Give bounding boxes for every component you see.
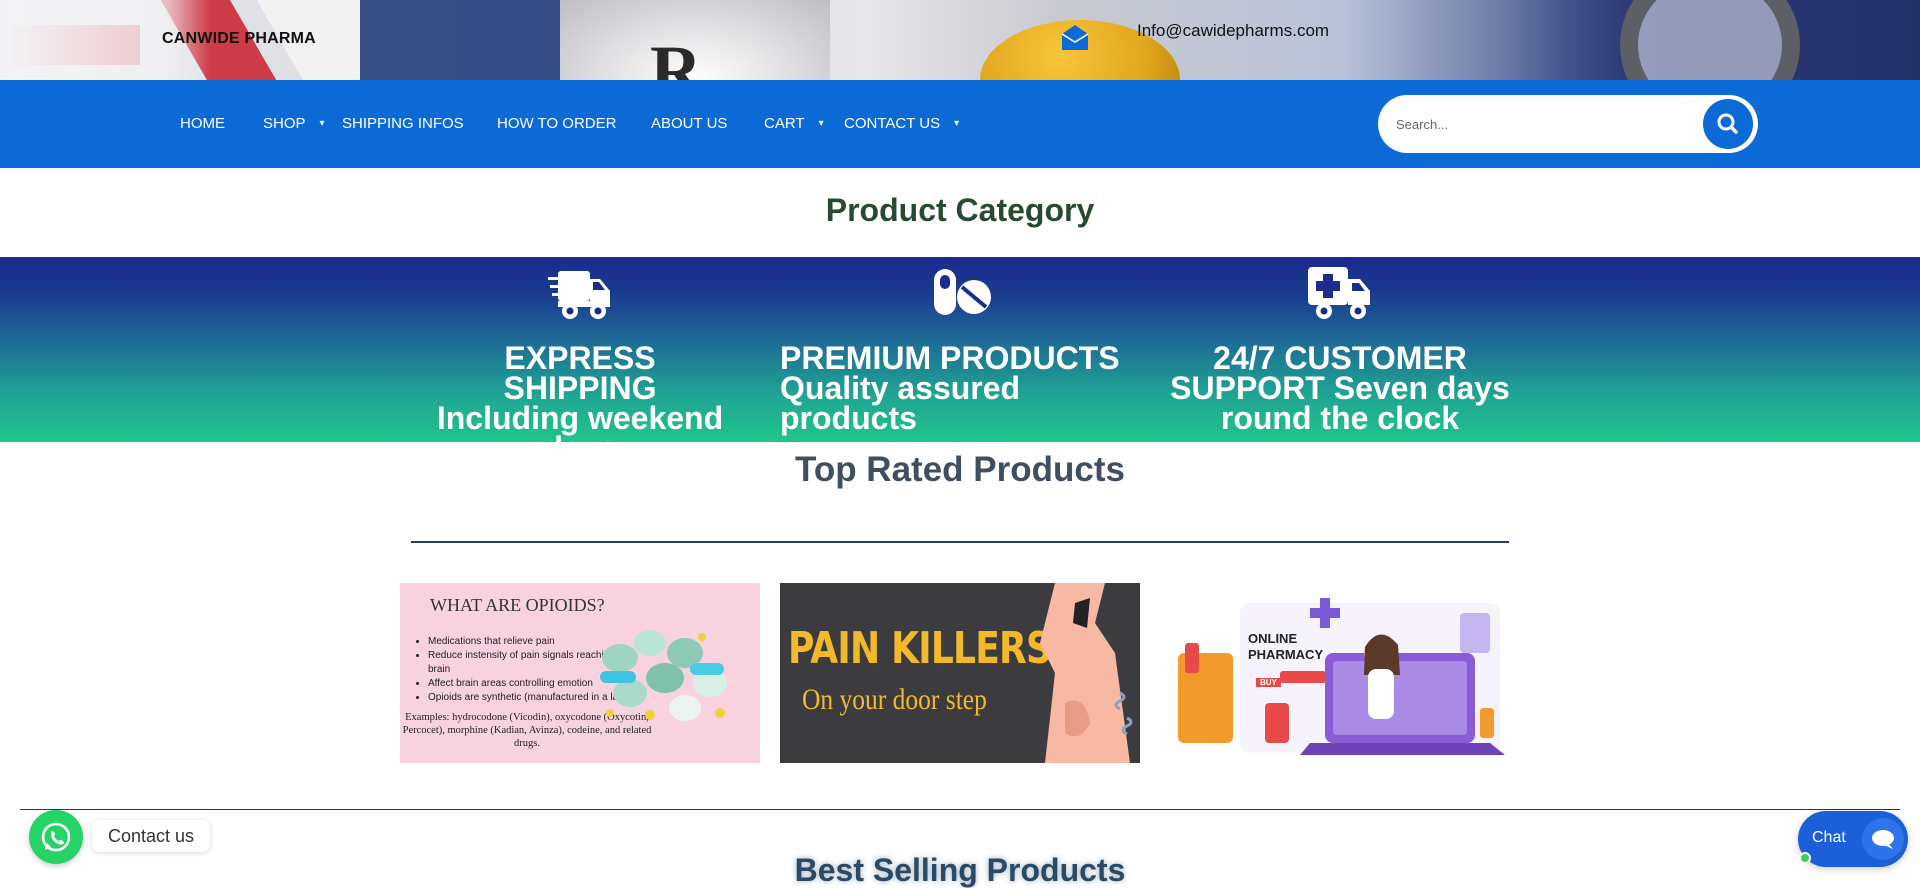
search-icon [1717, 113, 1738, 134]
top-rated-heading: Top Rated Products [795, 450, 1125, 489]
nav-shipping-infos[interactable]: SHIPPING INFOS [342, 115, 464, 132]
product-card-online-pharmacy[interactable]: ONLINE PHARMACY BUY [1160, 583, 1520, 763]
truck-fast-icon [548, 271, 610, 319]
online-pharmacy-illustration [1178, 598, 1505, 755]
nav-about-us[interactable]: ABOUT US [651, 115, 727, 132]
envelope-open-icon [1061, 25, 1089, 50]
features-band: EXPRESS SHIPPING Including weekend days … [0, 257, 1920, 464]
card-title: ONLINE PHARMACY [1248, 631, 1324, 662]
product-card-pain-killers[interactable]: PAIN KILLERS On your door step [780, 583, 1140, 763]
nav-how-to-order[interactable]: HOW TO ORDER [497, 115, 616, 132]
search-button[interactable] [1703, 99, 1753, 149]
chevron-down-icon: ▾ [954, 118, 960, 129]
whatsapp-contact-label[interactable]: Contact us [92, 820, 211, 852]
contact-email[interactable]: Info@cawidepharms.com [1137, 21, 1329, 41]
chat-button[interactable]: Chat [1798, 811, 1908, 867]
search-form [1378, 95, 1758, 153]
ambulance-icon [1308, 267, 1370, 319]
product-category-heading: Product Category [825, 192, 1095, 228]
pills-image [600, 630, 727, 721]
search-input[interactable] [1396, 113, 1696, 135]
nav-home[interactable]: HOME [180, 115, 225, 132]
card-subtitle: On your door step [802, 683, 987, 716]
card-title: WHAT ARE OPIOIDS? [430, 595, 605, 615]
nav-cart[interactable]: CART ▾ [764, 115, 824, 132]
nav-contact-us[interactable]: CONTACT US ▾ [844, 115, 959, 132]
nav-shop[interactable]: SHOP ▾ [263, 115, 325, 132]
chat-bubble-icon [1862, 818, 1904, 860]
best-selling-heading: Best Selling Products [794, 852, 1126, 888]
whatsapp-button[interactable] [29, 810, 83, 864]
main-navigation: HOME SHOP ▾ SHIPPING INFOS HOW TO ORDER A… [0, 80, 1920, 168]
chevron-down-icon: ▾ [818, 118, 824, 129]
chevron-down-icon: ▾ [319, 118, 325, 129]
bottle-graphic: R [560, 0, 830, 80]
divider [411, 541, 1509, 543]
pills-icon [934, 269, 991, 315]
card-title: PAIN KILLERS [788, 623, 1052, 674]
site-brand[interactable]: CANWIDE PHARMA [162, 30, 316, 48]
pain-figure-illustration [1040, 583, 1133, 763]
stethoscope-graphic [1620, 0, 1800, 80]
buy-badge: BUY [1256, 678, 1281, 687]
product-card-opioids[interactable]: WHAT ARE OPIOIDS? Medications that relie… [400, 583, 760, 763]
online-status-dot [1799, 852, 1811, 864]
chat-label: Chat [1812, 829, 1846, 846]
page: R CANWIDE PHARMA Info@cawidepharms.com H… [0, 0, 1920, 888]
whatsapp-icon [41, 822, 71, 852]
divider [20, 809, 1900, 810]
header-banner: R CANWIDE PHARMA Info@cawidepharms.com [0, 0, 1920, 80]
